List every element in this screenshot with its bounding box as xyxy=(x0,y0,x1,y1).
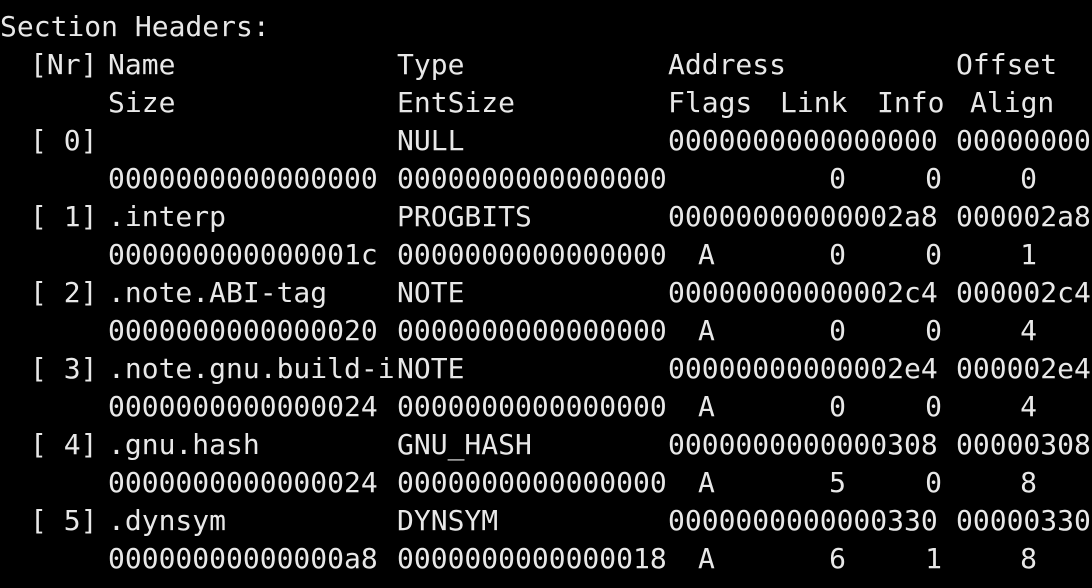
section-link: 0 xyxy=(829,162,846,195)
section-align: 4 xyxy=(1020,314,1037,347)
terminal-window[interactable]: Section Headers: [Nr] Name Type Address … xyxy=(0,0,1092,588)
section-row-4-line-2[interactable]: 0000000000000024 0000000000000000 A 5 0 8 xyxy=(0,464,1092,502)
next-row-cut-off xyxy=(0,578,1092,588)
section-nr: [ 3] xyxy=(30,352,98,385)
header-nr: [Nr] xyxy=(30,48,98,81)
section-flags: A xyxy=(698,390,715,423)
section-type: NOTE xyxy=(397,352,465,385)
section-size: 00000000000000a8 xyxy=(108,542,378,575)
section-align: 8 xyxy=(1020,542,1037,575)
section-info: 0 xyxy=(925,238,942,271)
section-row-1-line-1[interactable]: [ 1] .interp PROGBITS 00000000000002a8 00000… xyxy=(0,198,1092,236)
section-address: 00000000000002a8 xyxy=(668,200,938,233)
section-row-3-line-1[interactable]: [ 3] .note.gnu.build-i NOTE 00000000000002e… xyxy=(0,350,1092,388)
section-size: 0000000000000024 xyxy=(108,390,378,423)
section-row-0-line-1[interactable]: [ 0] NULL 0000000000000000 00000000 xyxy=(0,122,1092,160)
section-row-5-line-2[interactable]: 00000000000000a8 0000000000000018 A 6 1 8 xyxy=(0,540,1092,578)
section-info: 0 xyxy=(925,390,942,423)
section-offset: 00000308 xyxy=(956,428,1091,461)
section-row-2-line-2[interactable]: 0000000000000020 0000000000000000 A 0 0 4 xyxy=(0,312,1092,350)
section-headers-heading: Section Headers: xyxy=(0,8,1092,46)
section-row-5-line-1[interactable]: [ 5] .dynsym DYNSYM 0000000000000330 0000033… xyxy=(0,502,1092,540)
section-name: .dynsym xyxy=(108,504,227,537)
section-offset: 000002a8 xyxy=(956,200,1091,233)
section-name: .note.gnu.build-i xyxy=(108,352,395,385)
column-header-row-1: [Nr] Name Type Address Offset xyxy=(0,46,1092,84)
section-offset: 000002c4 xyxy=(956,276,1091,309)
section-type: NOTE xyxy=(397,276,465,309)
section-type: DYNSYM xyxy=(397,504,499,537)
column-header-row-2: Size EntSize Flags Link Info Align xyxy=(0,84,1092,122)
header-info: Info xyxy=(877,86,945,119)
section-info: 0 xyxy=(925,162,942,195)
section-link: 0 xyxy=(829,314,846,347)
section-entsize: 0000000000000000 xyxy=(397,466,667,499)
header-size: Size xyxy=(108,86,176,119)
section-link: 5 xyxy=(829,466,846,499)
section-flags: A xyxy=(698,314,715,347)
section-name: .note.ABI-tag xyxy=(108,276,328,309)
section-offset: 00000330 xyxy=(956,504,1091,537)
section-row-4-line-1[interactable]: [ 4] .gnu.hash GNU_HASH 0000000000000308 000… xyxy=(0,426,1092,464)
heading-text: Section Headers: xyxy=(0,10,270,43)
section-nr: [ 2] xyxy=(30,276,98,309)
header-flags: Flags xyxy=(668,86,753,119)
section-flags: A xyxy=(698,542,715,575)
section-align: 8 xyxy=(1020,466,1037,499)
section-size: 0000000000000000 xyxy=(108,162,378,195)
section-entsize: 0000000000000018 xyxy=(397,542,667,575)
section-name: .interp xyxy=(108,200,227,233)
section-row-3-line-2[interactable]: 0000000000000024 0000000000000000 A 0 0 4 xyxy=(0,388,1092,426)
section-entsize: 0000000000000000 xyxy=(397,390,667,423)
section-flags: A xyxy=(698,466,715,499)
section-entsize: 0000000000000000 xyxy=(397,162,667,195)
header-name: Name xyxy=(108,48,176,81)
section-nr: [ 5] xyxy=(30,504,98,537)
section-size: 0000000000000020 xyxy=(108,314,378,347)
header-type: Type xyxy=(397,48,465,81)
section-nr: [ 4] xyxy=(30,428,98,461)
section-address: 0000000000000330 xyxy=(668,504,938,537)
section-info: 0 xyxy=(925,314,942,347)
section-align: 0 xyxy=(1020,162,1037,195)
section-row-2-line-1[interactable]: [ 2] .note.ABI-tag NOTE 00000000000002c4 000… xyxy=(0,274,1092,312)
header-align: Align xyxy=(970,86,1055,119)
section-entsize: 0000000000000000 xyxy=(397,238,667,271)
section-address: 00000000000002c4 xyxy=(668,276,938,309)
section-offset: 00000000 xyxy=(956,124,1091,157)
section-flags: A xyxy=(698,238,715,271)
section-type: PROGBITS xyxy=(397,200,532,233)
section-size: 000000000000001c xyxy=(108,238,378,271)
section-info: 0 xyxy=(925,466,942,499)
section-entsize: 0000000000000000 xyxy=(397,314,667,347)
section-align: 1 xyxy=(1020,238,1037,271)
section-address: 00000000000002e4 xyxy=(668,352,938,385)
section-info: 1 xyxy=(925,542,942,575)
section-align: 4 xyxy=(1020,390,1037,423)
section-link: 0 xyxy=(829,238,846,271)
section-nr: [ 1] xyxy=(30,200,98,233)
section-row-0-line-2[interactable]: 0000000000000000 0000000000000000 0 0 0 xyxy=(0,160,1092,198)
section-size: 0000000000000024 xyxy=(108,466,378,499)
section-nr: [ 0] xyxy=(30,124,98,157)
section-address: 0000000000000000 xyxy=(668,124,938,157)
section-type: NULL xyxy=(397,124,465,157)
section-link: 0 xyxy=(829,390,846,423)
header-entsize: EntSize xyxy=(397,86,516,119)
header-link: Link xyxy=(780,86,848,119)
section-link: 6 xyxy=(829,542,846,575)
section-name: .gnu.hash xyxy=(108,428,260,461)
section-address: 0000000000000308 xyxy=(668,428,938,461)
section-row-1-line-2[interactable]: 000000000000001c 0000000000000000 A 0 0 1 xyxy=(0,236,1092,274)
section-offset: 000002e4 xyxy=(956,352,1091,385)
header-offset: Offset xyxy=(956,48,1058,81)
section-type: GNU_HASH xyxy=(397,428,532,461)
header-address: Address xyxy=(668,48,787,81)
